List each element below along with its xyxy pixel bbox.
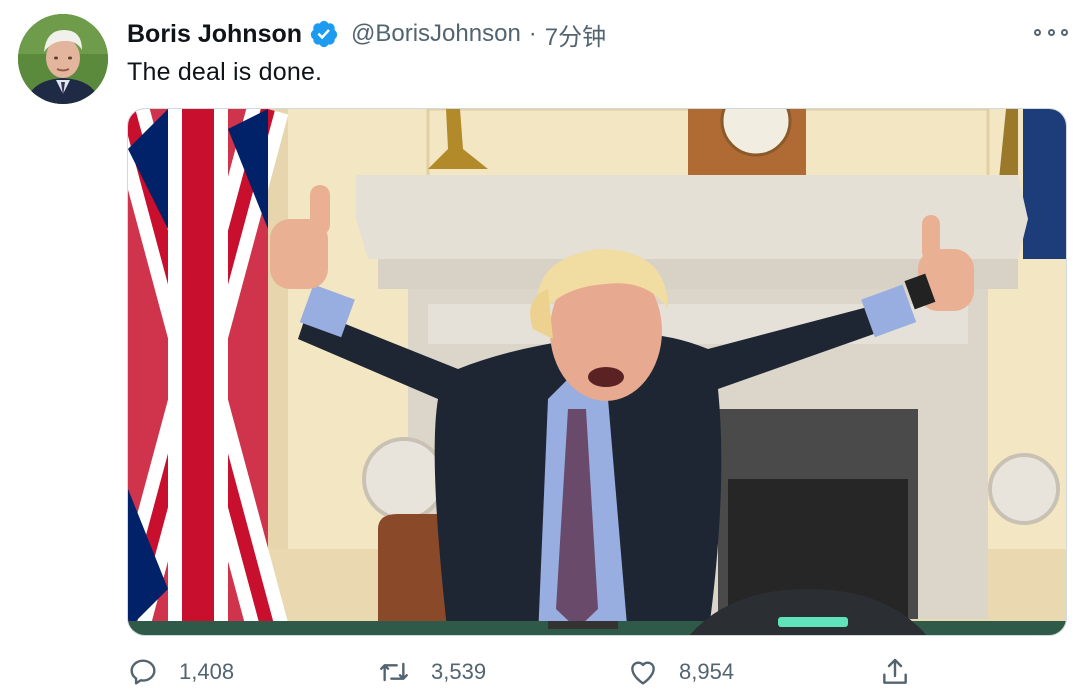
share-button[interactable] <box>879 654 911 690</box>
share-icon <box>883 658 907 684</box>
retweet-count: 3,539 <box>431 659 487 684</box>
photo-image <box>128 109 1066 635</box>
like-button[interactable]: 8,954 <box>627 654 734 690</box>
tweet-card[interactable]: Boris Johnson @BorisJohnson · 7分钟 The de… <box>0 0 1080 693</box>
avatar[interactable] <box>18 14 108 104</box>
meta-separator: · <box>528 20 537 47</box>
tweet-timestamp[interactable]: 7分钟 <box>545 17 606 52</box>
tweet-header: Boris Johnson @BorisJohnson · 7分钟 <box>127 16 606 52</box>
verified-badge-icon <box>309 19 339 49</box>
avatar-image <box>18 14 108 104</box>
retweet-button[interactable]: 3,539 <box>377 654 486 690</box>
reply-count: 1,408 <box>179 659 235 684</box>
retweet-icon <box>380 662 408 682</box>
reply-icon <box>130 659 156 685</box>
heart-icon <box>631 661 655 685</box>
reply-button[interactable]: 1,408 <box>127 654 234 690</box>
union-flag <box>128 109 289 635</box>
author-handle[interactable]: @BorisJohnson <box>351 20 521 48</box>
tweet-text: The deal is done. <box>127 58 323 86</box>
tweet-media-photo[interactable] <box>127 108 1067 636</box>
tweet-actions: 1,408 3,539 8,954 <box>127 654 1067 693</box>
like-count: 8,954 <box>679 659 735 684</box>
more-options-icon[interactable] <box>1034 22 1068 42</box>
author-display-name[interactable]: Boris Johnson <box>127 20 302 49</box>
